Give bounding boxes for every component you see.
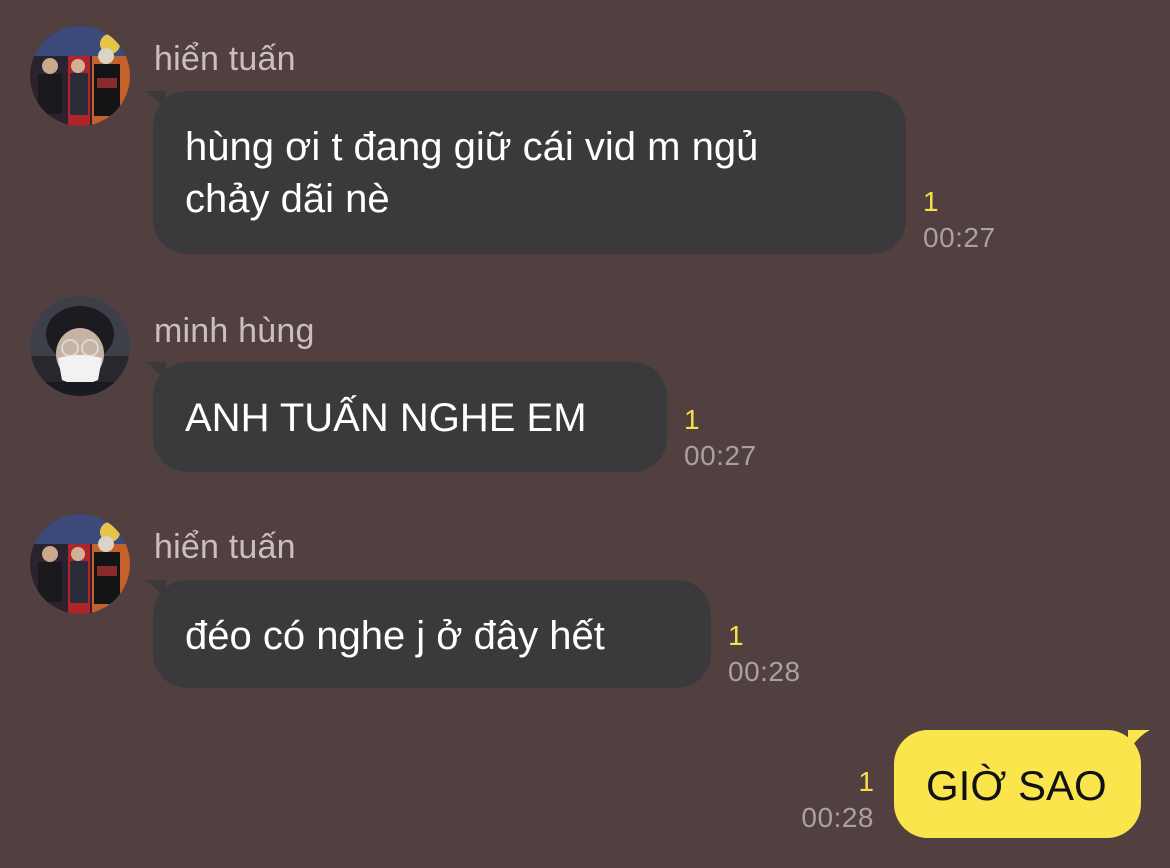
message-bubble[interactable]: hùng ơi t đang giữ cái vid m ngủ chảy dã… xyxy=(144,91,906,254)
timestamp: 00:27 xyxy=(923,222,996,253)
bubble-tail xyxy=(144,362,166,384)
message-bubble[interactable]: đéo có nghe j ở đây hết xyxy=(144,580,711,688)
unread-count: 1 xyxy=(728,620,744,651)
avatar[interactable] xyxy=(30,514,130,614)
unread-count: 1 xyxy=(684,404,700,435)
group-photo-avatar-icon xyxy=(30,26,130,126)
sender-name: hiển tuấn xyxy=(154,40,296,78)
avatar[interactable] xyxy=(30,296,130,396)
sender-name: hiển tuấn xyxy=(154,528,296,566)
chat-thread: hiển tuấn hùng ơi t đang giữ cái vid m n… xyxy=(0,0,1170,868)
message-meta: 1 00:28 xyxy=(728,618,801,690)
unread-count: 1 xyxy=(858,766,874,797)
message-bubble[interactable]: ANH TUẤN NGHE EM xyxy=(144,362,667,472)
bubble-tail xyxy=(144,91,166,113)
bubble-tail xyxy=(144,580,166,602)
group-photo-avatar-icon xyxy=(30,514,130,614)
message-text: đéo có nghe j ở đây hết xyxy=(185,614,605,658)
message-meta: 1 00:27 xyxy=(923,184,996,256)
my-message-bubble[interactable]: GIỜ SAO xyxy=(894,730,1150,838)
masked-person-avatar-icon xyxy=(30,296,130,396)
timestamp: 00:28 xyxy=(728,656,801,687)
timestamp: 00:28 xyxy=(801,802,874,833)
message-text: ANH TUẤN NGHE EM xyxy=(185,396,587,440)
bubble-tail xyxy=(1128,730,1150,752)
message-text: GIỜ SAO xyxy=(926,762,1107,809)
message-text: hùng ơi t đang giữ cái vid m ngủ chảy dã… xyxy=(185,125,759,221)
timestamp: 00:27 xyxy=(684,440,757,471)
sender-name: minh hùng xyxy=(154,312,315,350)
message-meta: 1 00:28 xyxy=(760,764,874,836)
message-meta: 1 00:27 xyxy=(684,402,757,474)
avatar[interactable] xyxy=(30,26,130,126)
unread-count: 1 xyxy=(923,186,939,217)
